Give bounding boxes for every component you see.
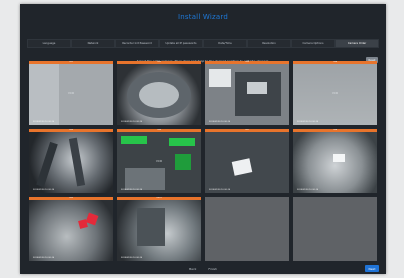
step-recorder-password[interactable]: Recorder Init Password (115, 39, 159, 48)
camera-feed (29, 132, 113, 193)
finish-button[interactable]: Finish (206, 267, 219, 271)
camera-feed (117, 64, 201, 125)
camera-cell[interactable]: CH1 VCR 2015/01/30 10:10:10 (29, 61, 113, 125)
step-language[interactable]: Language (27, 39, 71, 48)
camera-feed (29, 200, 113, 261)
back-button[interactable]: Back (187, 267, 198, 271)
camera-cell[interactable]: CH3 2015/01/30 10:10:10 (205, 61, 289, 125)
camera-feed (117, 200, 201, 261)
next-button[interactable]: Next (365, 265, 379, 272)
camera-timestamp: 2015/01/30 10:10:10 (33, 189, 55, 191)
step-camera-options[interactable]: Camera Options (291, 39, 335, 48)
camera-timestamp: 2015/01/30 10:10:10 (121, 121, 143, 123)
camera-timestamp: 2015/01/30 10:10:10 (209, 189, 231, 191)
camera-feed (205, 132, 289, 193)
step-network[interactable]: Network (71, 39, 115, 48)
camera-timestamp: 2015/01/30 10:10:10 (33, 257, 55, 259)
camera-cell[interactable]: CH8 2015/01/30 10:10:10 (293, 129, 377, 193)
camera-timestamp: 2015/01/30 10:10:10 (209, 121, 231, 123)
footer-buttons: Back Finish (20, 267, 386, 271)
camera-timestamp: 2015/01/30 10:10:10 (297, 189, 319, 191)
camera-timestamp: 2015/01/30 10:10:10 (33, 121, 55, 123)
step-resolution[interactable]: Resolution (247, 39, 291, 48)
camera-label: VCR (67, 91, 75, 95)
window-title: Install Wizard (178, 13, 228, 21)
camera-feed (293, 132, 377, 193)
camera-cell[interactable]: CH4 VCR 2015/01/30 10:10:10 (293, 61, 377, 125)
empty-camera-cell[interactable] (293, 197, 377, 261)
step-update-ip-passwords[interactable]: Update all IP passwords (159, 39, 203, 48)
camera-grid: CH1 VCR 2015/01/30 10:10:10 CH2 2015/01/… (29, 61, 377, 261)
camera-cell[interactable]: CH7 2015/01/30 10:10:10 (205, 129, 289, 193)
camera-label: VCR (331, 91, 339, 95)
camera-cell[interactable]: CH5 2015/01/30 10:10:10 (29, 129, 113, 193)
step-date-time[interactable]: Date/Time (203, 39, 247, 48)
camera-timestamp: 2015/01/30 10:10:10 (121, 257, 143, 259)
camera-timestamp: 2015/01/30 10:10:10 (121, 189, 143, 191)
camera-cell[interactable]: CH6 VCR 2015/01/30 10:10:10 (117, 129, 201, 193)
wizard-steps: Language Network Recorder Init Password … (27, 39, 379, 48)
camera-cell[interactable]: CH2 2015/01/30 10:10:10 (117, 61, 201, 125)
camera-label: VCR (155, 159, 163, 163)
camera-cell[interactable]: CH10 2015/01/30 10:10:10 (117, 197, 201, 261)
step-camera-order[interactable]: Camera Order (335, 39, 379, 48)
camera-feed (205, 64, 289, 125)
camera-timestamp: 2015/01/30 10:10:10 (297, 121, 319, 123)
camera-cell[interactable]: CH9 2015/01/30 10:10:10 (29, 197, 113, 261)
empty-camera-cell[interactable] (205, 197, 289, 261)
